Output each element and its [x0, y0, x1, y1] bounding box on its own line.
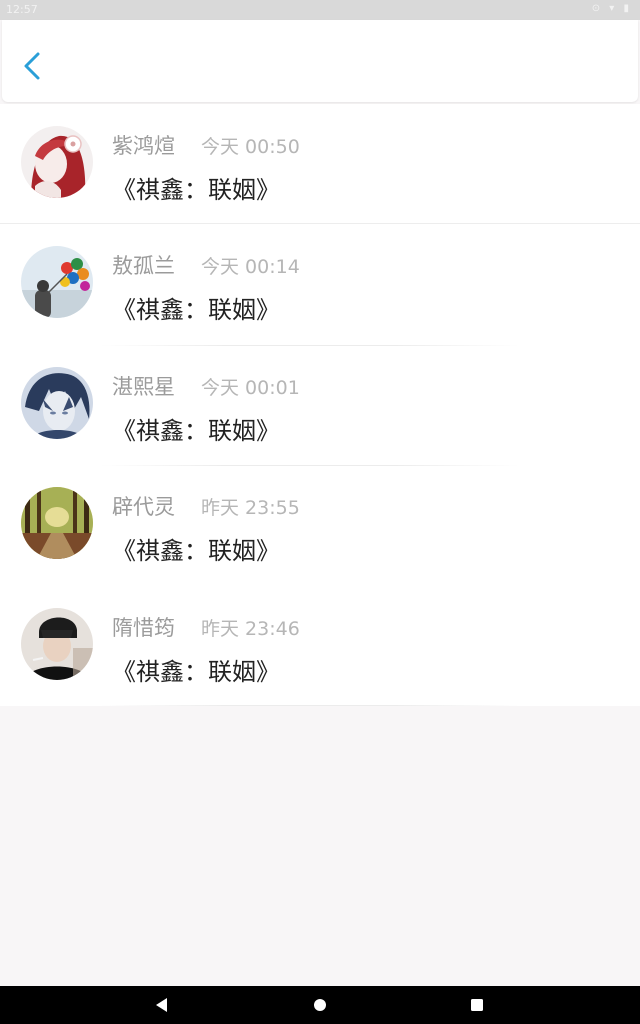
- nav-home-icon: [314, 999, 326, 1011]
- avatar: [21, 487, 93, 559]
- back-button[interactable]: [18, 46, 52, 86]
- avatar: [21, 126, 93, 198]
- message-time: 今天 00:01: [201, 377, 300, 399]
- message-text: 《祺鑫：联姻》: [112, 176, 280, 204]
- message-time: 昨天 23:46: [201, 618, 300, 640]
- message-item[interactable]: 敖孤兰 今天 00:14 《祺鑫：联姻》: [0, 224, 640, 344]
- message-item[interactable]: 隋惜筠 昨天 23:46 《祺鑫：联姻》: [0, 586, 640, 706]
- status-time: 12:57: [6, 3, 38, 16]
- message-text: 《祺鑫：联姻》: [112, 417, 280, 445]
- divider: [100, 705, 520, 706]
- message-time: 今天 00:14: [201, 256, 300, 278]
- status-bar: 12:57 ⊙ ▾ ▮: [0, 0, 640, 20]
- sender-name: 辟代灵: [112, 495, 175, 519]
- sender-name: 敖孤兰: [112, 254, 175, 278]
- message-item[interactable]: 紫鸿煊 今天 00:50 《祺鑫：联姻》: [0, 104, 640, 224]
- nav-recents-button[interactable]: [468, 996, 486, 1018]
- message-time: 昨天 23:55: [201, 497, 300, 519]
- nav-back-icon: [156, 998, 167, 1012]
- avatar: [21, 367, 93, 439]
- sender-name: 紫鸿煊: [112, 134, 175, 158]
- chevron-left-icon: [24, 52, 40, 80]
- message-text: 《祺鑫：联姻》: [112, 537, 280, 565]
- status-icons: ⊙ ▾ ▮: [591, 3, 632, 14]
- message-list: 紫鸿煊 今天 00:50 《祺鑫：联姻》 敖孤兰 今天 00:14 《祺鑫：联姻…: [0, 104, 640, 706]
- message-text: 《祺鑫：联姻》: [112, 296, 280, 324]
- nav-back-button[interactable]: [154, 996, 170, 1018]
- avatar: [21, 608, 93, 680]
- nav-home-button[interactable]: [311, 996, 329, 1018]
- sender-name: 隋惜筠: [112, 616, 175, 640]
- nav-recents-icon: [471, 999, 483, 1011]
- message-item[interactable]: 辟代灵 昨天 23:55 《祺鑫：联姻》: [0, 465, 640, 585]
- message-item[interactable]: 湛熙星 今天 00:01 《祺鑫：联姻》: [0, 345, 640, 465]
- message-text: 《祺鑫：联姻》: [112, 658, 280, 686]
- sender-name: 湛熙星: [112, 375, 175, 399]
- avatar: [21, 246, 93, 318]
- top-bar: [2, 20, 638, 102]
- message-time: 今天 00:50: [201, 136, 300, 158]
- system-nav-bar: [0, 986, 640, 1024]
